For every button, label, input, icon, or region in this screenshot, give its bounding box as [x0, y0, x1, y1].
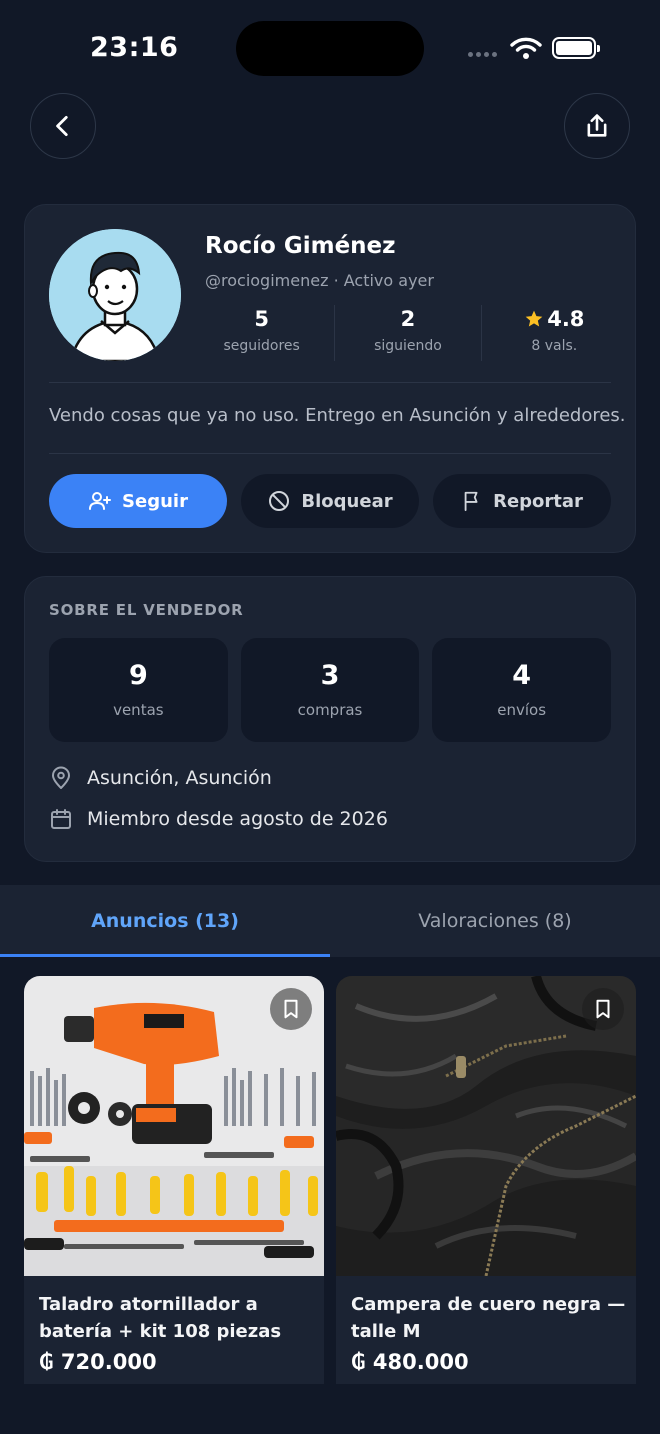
report-button[interactable]: Reportar: [433, 474, 611, 528]
stat-following[interactable]: 2 siguiendo: [335, 305, 482, 361]
profile-handle-row: @rociogimenez · Activo ayer: [205, 271, 434, 290]
stat-tile-purchases: 3 compras: [240, 638, 420, 742]
stat-tile-sales: 9 ventas: [49, 638, 228, 742]
tile-value: 3: [320, 660, 340, 691]
seller-info-card: SOBRE EL VENDEDOR 9 ventas 3 compras 4 e…: [24, 576, 636, 862]
bookmark-button[interactable]: [582, 988, 624, 1030]
status-time: 23:16: [90, 32, 179, 63]
tile-value: 4: [512, 660, 532, 691]
tile-label: envíos: [497, 701, 547, 719]
profile-name: Rocío Giménez: [205, 233, 396, 259]
block-button[interactable]: Bloquear: [241, 474, 419, 528]
rating-value: 4.8: [547, 307, 585, 331]
follow-button[interactable]: Seguir: [49, 474, 227, 528]
status-bar: 23:16: [0, 0, 660, 96]
location-row: Asunción, Asunción: [49, 766, 272, 790]
listing-price: ₲ 720.000: [39, 1350, 157, 1374]
divider: [49, 382, 611, 383]
profile-stats: 5 seguidores 2 siguiendo 4.8 8 vals.: [189, 305, 627, 361]
stat-value: 5: [254, 307, 269, 331]
stat-value: 2: [400, 307, 416, 331]
stat-tile-shipments: 4 envíos: [432, 638, 612, 742]
stat-label: siguiendo: [374, 338, 442, 354]
battery-icon: [552, 37, 600, 59]
tab-reviews[interactable]: Valoraciones (8): [330, 885, 660, 957]
seller-stats: 9 ventas 3 compras 4 envíos: [49, 638, 612, 742]
profile-bio: Vendo cosas que ya no uso. Entrego en As…: [49, 405, 626, 426]
location-pin-icon: [52, 766, 70, 789]
activity-status: Activo ayer: [343, 271, 434, 290]
listing-image-drill-kit: [24, 976, 324, 1276]
rating-value-row: 4.8: [482, 305, 627, 333]
dynamic-island: [236, 21, 424, 76]
member-since-row: Miembro desde agosto de 2026: [49, 807, 388, 831]
location-text: Asunción, Asunción: [87, 767, 272, 789]
listing-title: Taladro atornillador a batería + kit 108…: [39, 1294, 282, 1342]
member-since-text: Miembro desde agosto de 2026: [87, 808, 388, 830]
star-icon: [525, 310, 543, 327]
listing-price: ₲ 480.000: [351, 1350, 469, 1374]
flag-icon: [464, 491, 478, 512]
bookmark-icon: [284, 999, 298, 1019]
stat-label: 8 vals.: [531, 338, 578, 354]
tile-label: compras: [297, 701, 363, 719]
chevron-left-icon: [56, 115, 68, 137]
listing-title: Campera de cuero negra — talle M: [351, 1294, 626, 1342]
block-icon: [269, 491, 290, 511]
profile-card: Rocío Giménez @rociogimenez · Activo aye…: [24, 204, 636, 553]
handle-separator: ·: [333, 271, 339, 290]
profile-actions: Seguir Bloquear Reportar: [49, 474, 611, 528]
stat-followers[interactable]: 5 seguidores: [189, 305, 336, 361]
bookmark-icon: [596, 999, 610, 1019]
divider: [49, 453, 611, 454]
wifi-icon: [510, 36, 542, 64]
follow-label: Seguir: [122, 490, 188, 512]
share-button[interactable]: [564, 93, 630, 159]
section-title: SOBRE EL VENDEDOR: [49, 601, 244, 619]
calendar-icon: [51, 809, 71, 829]
block-label: Bloquear: [301, 490, 393, 512]
stat-rating[interactable]: 4.8 8 vals.: [482, 305, 627, 361]
avatar[interactable]: [49, 229, 181, 361]
tile-label: ventas: [113, 701, 164, 719]
profile-tabs: Anuncios (13) Valoraciones (8): [0, 885, 660, 957]
profile-handle: @rociogimenez: [205, 271, 329, 290]
tab-listings[interactable]: Anuncios (13): [0, 885, 330, 957]
share-icon: [587, 114, 607, 137]
report-label: Reportar: [493, 490, 583, 512]
user-plus-icon: [89, 492, 112, 510]
listing-image-leather-jacket: [336, 976, 636, 1276]
bookmark-button[interactable]: [270, 988, 312, 1030]
signal-icon: [468, 52, 497, 57]
back-button[interactable]: [30, 93, 96, 159]
tile-value: 9: [128, 660, 148, 691]
listing-card[interactable]: Taladro atornillador a batería + kit 108…: [24, 976, 324, 1384]
listing-card[interactable]: Campera de cuero negra — talle M ₲ 480.0…: [336, 976, 636, 1384]
stat-label: seguidores: [223, 338, 300, 354]
